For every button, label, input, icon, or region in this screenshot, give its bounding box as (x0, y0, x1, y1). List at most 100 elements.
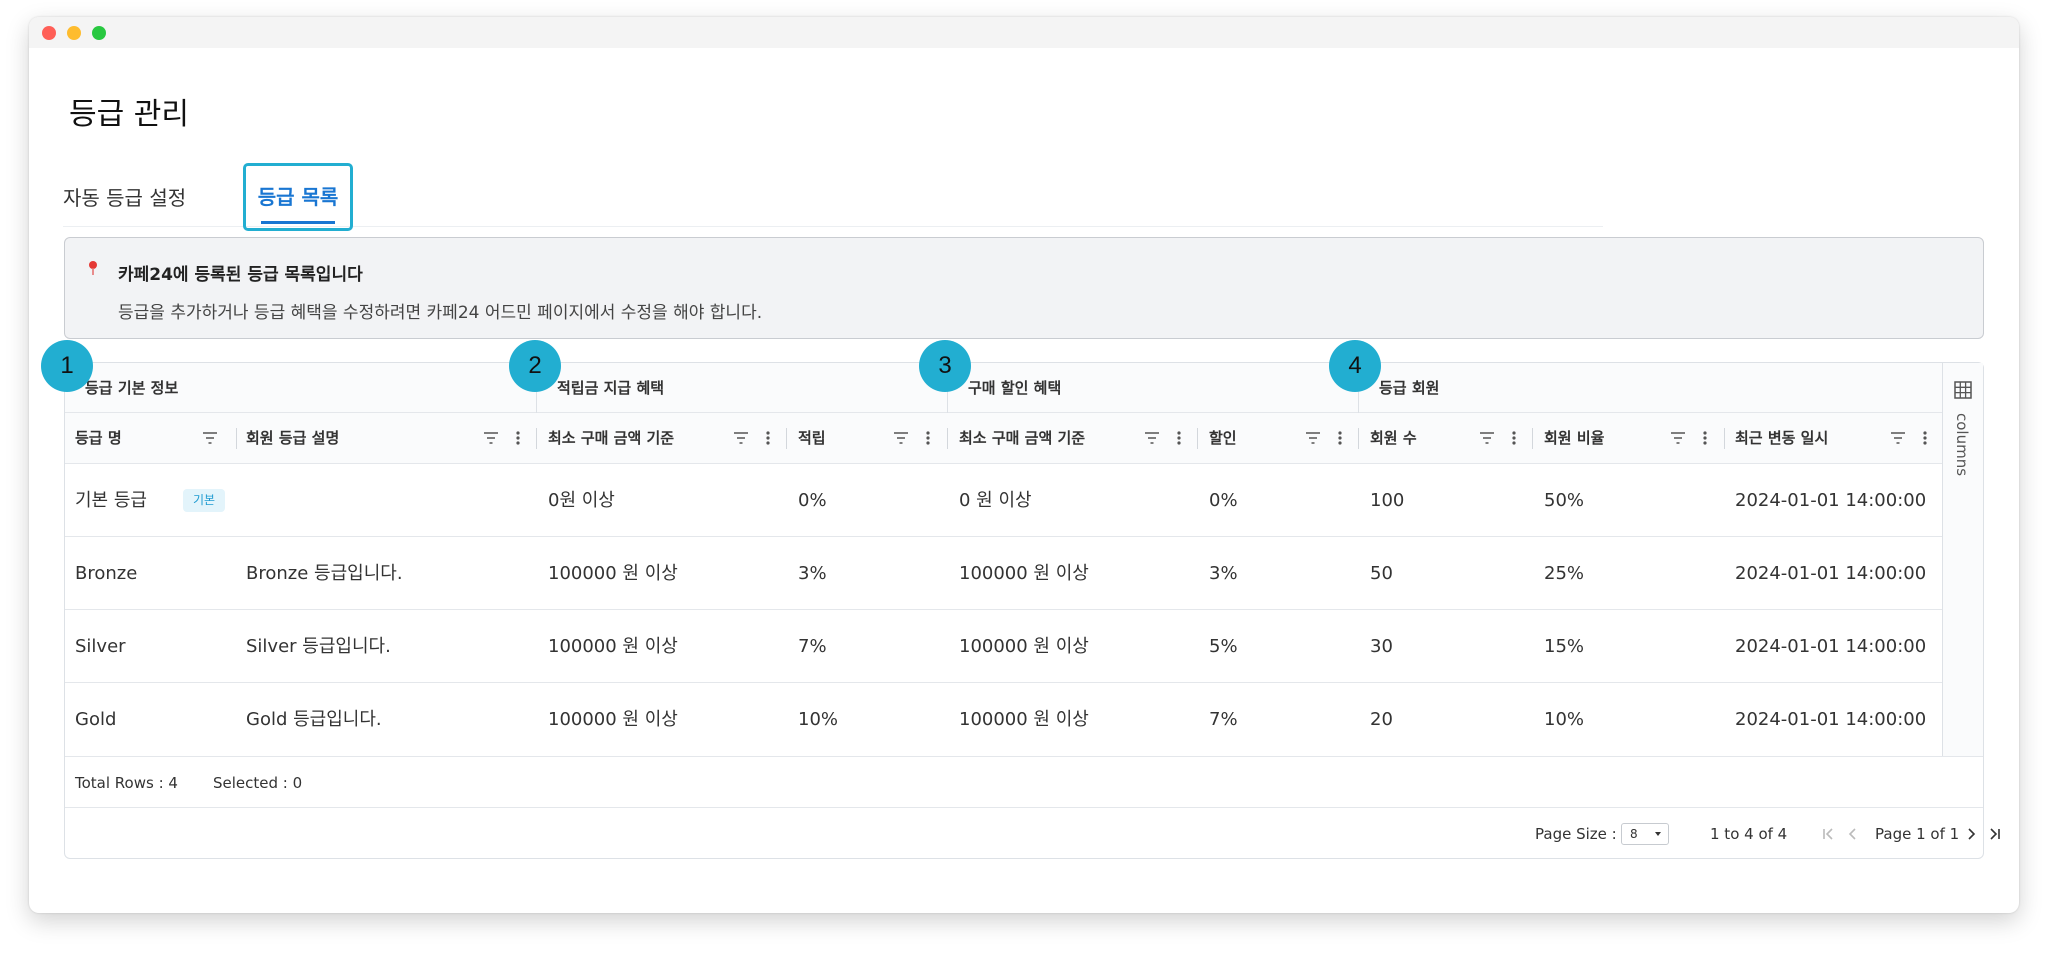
table-row[interactable]: Silver Silver 등급입니다. 100000 원 이상 7% 1000… (65, 610, 1943, 683)
column-header-point-rate[interactable]: 적립 (798, 413, 826, 464)
columns-grid-icon[interactable] (1954, 381, 1972, 399)
pin-icon (87, 260, 99, 280)
filter-icon[interactable] (1305, 431, 1321, 445)
column-menu-icon[interactable] (766, 430, 770, 446)
column-header-member-ratio[interactable]: 회원 비율 (1544, 413, 1604, 464)
cell-grade-description: Gold 등급입니다. (246, 709, 382, 730)
column-separator[interactable] (786, 428, 787, 449)
column-header-discount-rate[interactable]: 할인 (1209, 413, 1237, 464)
grid-status-bar: Total Rows : 4 Selected : 0 (65, 756, 1983, 808)
close-window-button[interactable] (42, 26, 56, 40)
columns-panel-label[interactable]: columns (1953, 413, 1971, 476)
filter-icon[interactable] (1890, 431, 1906, 445)
tab-bar: 자동 등급 설정 등급 목록 (63, 163, 1603, 231)
filter-icon[interactable] (1479, 431, 1495, 445)
pagination-bar: Page Size : 8 1 to 4 of 4 Page 1 of 1 (65, 808, 2000, 860)
column-menu-icon[interactable] (1923, 430, 1927, 446)
column-header-member-count[interactable]: 회원 수 (1370, 413, 1417, 464)
filter-icon[interactable] (1670, 431, 1686, 445)
cell-point-min-purchase: 100000 원 이상 (548, 563, 678, 584)
column-header-discount-min-purchase[interactable]: 최소 구매 금액 기준 (959, 413, 1085, 464)
row-range-text: 1 to 4 of 4 (1710, 825, 1788, 843)
page-info-text: Page 1 of 1 (1875, 825, 1960, 843)
table-row[interactable]: Gold Gold 등급입니다. 100000 원 이상 10% 100000 … (65, 683, 1943, 756)
next-page-icon[interactable] (1963, 826, 1979, 842)
filter-icon[interactable] (893, 431, 909, 445)
column-separator[interactable] (1532, 428, 1533, 449)
page-size-value: 8 (1630, 827, 1638, 841)
minimize-window-button[interactable] (67, 26, 81, 40)
column-group-discount-benefit: 구매 할인 혜택 (968, 379, 1062, 397)
banner-description: 등급을 추가하거나 등급 혜택을 수정하려면 카페24 어드민 페이지에서 수정… (118, 303, 763, 323)
cell-point-rate: 3% (798, 563, 827, 584)
cell-member-count: 100 (1370, 490, 1405, 511)
cell-discount-min-purchase: 100000 원 이상 (959, 563, 1089, 584)
first-page-icon[interactable] (1820, 826, 1836, 842)
active-tab-underline (261, 221, 335, 224)
cell-last-updated: 2024-01-01 14:00:00 (1735, 636, 1927, 657)
column-separator[interactable] (536, 428, 537, 449)
column-separator[interactable] (236, 428, 237, 449)
table-row[interactable]: 기본 등급 기본 0원 이상 0% 0 원 이상 0% 100 50% 2024… (65, 464, 1943, 537)
browser-window: 등급 관리 자동 등급 설정 등급 목록 카페24에 등록된 등급 목록입니다 … (29, 17, 2019, 913)
column-header-point-min-purchase[interactable]: 최소 구매 금액 기준 (548, 413, 674, 464)
grid-body: 등급 기본 정보 적립금 지급 혜택 구매 할인 혜택 등급 회원 등급 명 회… (65, 363, 1943, 756)
cell-discount-rate: 0% (1209, 490, 1238, 511)
previous-page-icon[interactable] (1845, 826, 1861, 842)
grade-data-grid: 등급 기본 정보 적립금 지급 혜택 구매 할인 혜택 등급 회원 등급 명 회… (64, 362, 2000, 860)
columns-side-panel[interactable]: columns (1942, 363, 1983, 756)
cell-point-min-purchase: 100000 원 이상 (548, 709, 678, 730)
cell-last-updated: 2024-01-01 14:00:00 (1735, 563, 1927, 584)
cell-discount-rate: 3% (1209, 563, 1238, 584)
column-header-last-updated[interactable]: 최근 변동 일시 (1735, 413, 1828, 464)
filter-icon[interactable] (202, 431, 218, 445)
column-separator[interactable] (947, 428, 948, 449)
cell-grade-description: Bronze 등급입니다. (246, 563, 403, 584)
chevron-down-icon (1655, 832, 1661, 836)
window-titlebar (29, 17, 2019, 48)
cell-discount-rate: 5% (1209, 636, 1238, 657)
tab-grade-list[interactable]: 등급 목록 (243, 163, 353, 231)
tab-auto-grade-settings[interactable]: 자동 등급 설정 (63, 167, 186, 235)
cell-discount-min-purchase: 100000 원 이상 (959, 709, 1089, 730)
page-size-select[interactable]: 8 (1621, 823, 1669, 845)
cell-discount-min-purchase: 100000 원 이상 (959, 636, 1089, 657)
column-menu-icon[interactable] (1512, 430, 1516, 446)
filter-icon[interactable] (1144, 431, 1160, 445)
column-separator[interactable] (1197, 428, 1198, 449)
cell-discount-min-purchase: 0 원 이상 (959, 490, 1032, 511)
annotation-marker-3: 3 (919, 340, 971, 392)
column-header-grade-description[interactable]: 회원 등급 설명 (246, 413, 339, 464)
info-banner: 카페24에 등록된 등급 목록입니다 등급을 추가하거나 등급 혜택을 수정하려… (64, 237, 1984, 339)
cell-member-ratio: 15% (1544, 636, 1585, 657)
maximize-window-button[interactable] (92, 26, 106, 40)
column-menu-icon[interactable] (1703, 430, 1707, 446)
last-page-icon[interactable] (1987, 826, 2003, 842)
column-group-basic-info: 등급 기본 정보 (85, 379, 179, 397)
cell-member-ratio: 50% (1544, 490, 1585, 511)
cell-member-count: 30 (1370, 636, 1393, 657)
selected-rows-count: Selected : 0 (213, 774, 303, 792)
cell-point-min-purchase: 100000 원 이상 (548, 636, 678, 657)
table-row[interactable]: Bronze Bronze 등급입니다. 100000 원 이상 3% 1000… (65, 537, 1943, 610)
cell-grade-name: Bronze (75, 563, 138, 584)
column-header-grade-name[interactable]: 등급 명 (75, 413, 122, 464)
annotation-marker-4: 4 (1329, 340, 1381, 392)
column-menu-icon[interactable] (1177, 430, 1181, 446)
column-menu-icon[interactable] (926, 430, 930, 446)
cell-grade-name: Gold (75, 709, 117, 730)
banner-title: 카페24에 등록된 등급 목록입니다 (118, 265, 363, 285)
annotation-marker-2: 2 (509, 340, 561, 392)
column-separator[interactable] (1724, 428, 1725, 449)
cell-member-count: 50 (1370, 563, 1393, 584)
cell-point-min-purchase: 0원 이상 (548, 490, 615, 511)
default-grade-badge: 기본 (183, 489, 226, 512)
column-separator[interactable] (1358, 428, 1359, 449)
page-title: 등급 관리 (69, 97, 189, 132)
column-group-point-benefit: 적립금 지급 혜택 (557, 379, 665, 397)
column-menu-icon[interactable] (1338, 430, 1342, 446)
column-menu-icon[interactable] (516, 430, 520, 446)
filter-icon[interactable] (733, 431, 749, 445)
cell-grade-description: Silver 등급입니다. (246, 636, 391, 657)
filter-icon[interactable] (483, 431, 499, 445)
